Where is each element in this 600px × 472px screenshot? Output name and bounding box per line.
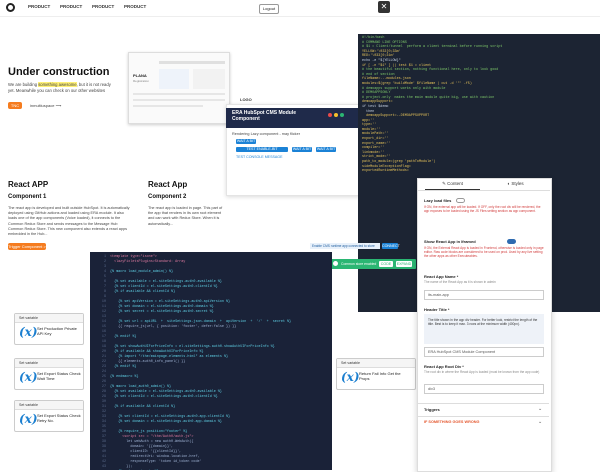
workflow-card-label: Set Export Status Check Retry No.: [37, 413, 81, 423]
nav-link-product-3[interactable]: PRODUCT: [92, 4, 114, 9]
preview-badge: LOGO: [240, 97, 252, 102]
show-iframe-label: Show React App in Iframed: [424, 239, 476, 244]
tnc-button[interactable]: TNC: [8, 102, 22, 109]
hero-text: We are building something awesome, but i…: [8, 82, 111, 93]
workflow-card[interactable]: Set variable (x) Return Fail Info Get th…: [336, 358, 416, 390]
preview-line: [133, 99, 225, 101]
triggers-section[interactable]: Triggers: [424, 407, 440, 412]
preview-panel: [193, 69, 225, 89]
section-mid-subtitle: Component 2: [148, 194, 187, 200]
if-something-goes-wrong-section[interactable]: IF SOMETHING GOES WRONG: [424, 420, 479, 424]
trigger-component-button[interactable]: Trigger Component >: [8, 243, 46, 250]
chevron-down-icon[interactable]: ⌄: [538, 419, 542, 425]
expand-button[interactable]: EXPAND: [396, 261, 412, 267]
preview-bar: [159, 61, 225, 64]
workflow-card[interactable]: Set variable (x) Set Export Status Check…: [14, 400, 84, 432]
section-left-title: React APP: [8, 180, 49, 189]
wait-a-bit-2-button[interactable]: WAIT A BIT 2: [292, 147, 312, 156]
app-root-help: The root div in where the React App is l…: [424, 370, 540, 374]
workflow-card-label: Return Fail Info Get the Props: [359, 371, 401, 381]
app-root-input[interactable]: div3: [424, 384, 544, 394]
section-mid-text: The react app is loaded in page. This pa…: [148, 206, 223, 226]
app-name-input[interactable]: its-main-app: [424, 290, 544, 300]
chevron-down-icon[interactable]: ⌄: [538, 406, 542, 412]
lazy-load-label: Lazy load files: [424, 198, 452, 203]
preview-line: [133, 93, 225, 95]
banner-text: Common store enabled: [341, 262, 377, 266]
nav-link-product-1[interactable]: PRODUCT: [28, 4, 50, 9]
workflow-card-header: Set variable: [15, 359, 83, 368]
app-name-label: React App Name *: [424, 274, 459, 279]
template-code-editor[interactable]: 1 <template type="isone"> 2 <lazyFixletsPl…: [90, 252, 332, 470]
header-title-label: Header Title *: [424, 307, 450, 312]
variable-icon: (x): [19, 325, 38, 339]
cms-module-title: ERA HubSpot CMS Module Component: [232, 110, 296, 122]
xing-icon[interactable]: ✕: [378, 1, 390, 13]
tab-styles[interactable]: ◐ Styles: [488, 181, 543, 186]
variable-icon: (x): [19, 370, 38, 384]
code-line: exportedRuntimeMethods=: [362, 169, 409, 174]
divider: [418, 403, 549, 404]
divider: [418, 416, 549, 417]
tab-content[interactable]: ✎ Content: [425, 181, 480, 187]
hero-link[interactable]: inmultiuspace ⟶: [30, 103, 61, 108]
yellow-dot-icon: [334, 113, 338, 117]
page-title: Under construction: [8, 66, 110, 78]
workflow-card-label: Set Production Private API Key: [37, 326, 77, 336]
check-icon: [333, 261, 338, 266]
wait-a-bit-3-button[interactable]: WAIT A BIT 3: [316, 147, 336, 156]
workflow-card[interactable]: Set variable (x) Set Production Private …: [14, 313, 84, 345]
header-title-help: The title shown in the app div header. F…: [428, 318, 538, 327]
rendering-text: Rendering Lazy component - may flicker: [232, 132, 300, 136]
connect-button[interactable]: CONNECT: [382, 243, 400, 249]
header-title-input[interactable]: ERA HubSpot CMS Module Component: [424, 347, 544, 357]
section-left-subtitle: Component 1: [8, 194, 47, 200]
brand-logo-icon[interactable]: [6, 3, 15, 12]
workflow-card[interactable]: Set variable (x) Set Export Status Check…: [14, 358, 84, 390]
preview-chart: [159, 69, 189, 89]
variable-icon: (x): [19, 412, 38, 426]
section-left-text: The react app is developed and built out…: [8, 206, 130, 237]
active-tab-indicator: [425, 189, 480, 190]
red-dot-icon: [328, 113, 332, 117]
app-name-help: The name of the React App as it is shown…: [424, 280, 496, 284]
nav-link-product-4[interactable]: PRODUCT: [124, 4, 146, 9]
test-enable-bit-button[interactable]: TEST ENABLE-BIT COMPONENT: [236, 147, 288, 156]
green-dot-icon: [340, 113, 344, 117]
wait-a-bit-1-button[interactable]: WAIT A BIT 1: [236, 139, 256, 148]
enable-runtime-button[interactable]: Enable CMS runtime app connected to stor…: [310, 243, 380, 249]
lazy-load-toggle[interactable]: [456, 198, 465, 203]
show-iframe-toggle[interactable]: [507, 239, 516, 244]
section-mid-title: React App: [148, 180, 188, 189]
nav-link-product-2[interactable]: PRODUCT: [60, 4, 82, 9]
preview-sublabel: Registration: [133, 79, 150, 83]
workflow-card-header: Set variable: [337, 359, 415, 368]
code-button[interactable]: CODE: [379, 261, 393, 267]
lazy-load-help: If ON, the external app will be loaded. …: [424, 205, 541, 214]
show-iframe-help: If ON, the External React App is loaded …: [424, 246, 544, 259]
test-console-link[interactable]: TEST CONSOLE MESSAGE: [236, 155, 282, 159]
preview-label: PLANA: [133, 73, 147, 78]
dashboard-preview: PLANA Registration: [128, 52, 230, 124]
workflow-card-label: Set Export Status Check Wait Time: [37, 371, 81, 381]
app-root-label: React App Root Div *: [424, 364, 464, 369]
top-nav: [0, 0, 600, 17]
workflow-card-header: Set variable: [15, 314, 83, 323]
variable-icon: (x): [341, 370, 360, 384]
preview-line: [133, 105, 203, 107]
logout-button[interactable]: Logout: [259, 4, 279, 14]
workflow-card-header: Set variable: [15, 401, 83, 410]
